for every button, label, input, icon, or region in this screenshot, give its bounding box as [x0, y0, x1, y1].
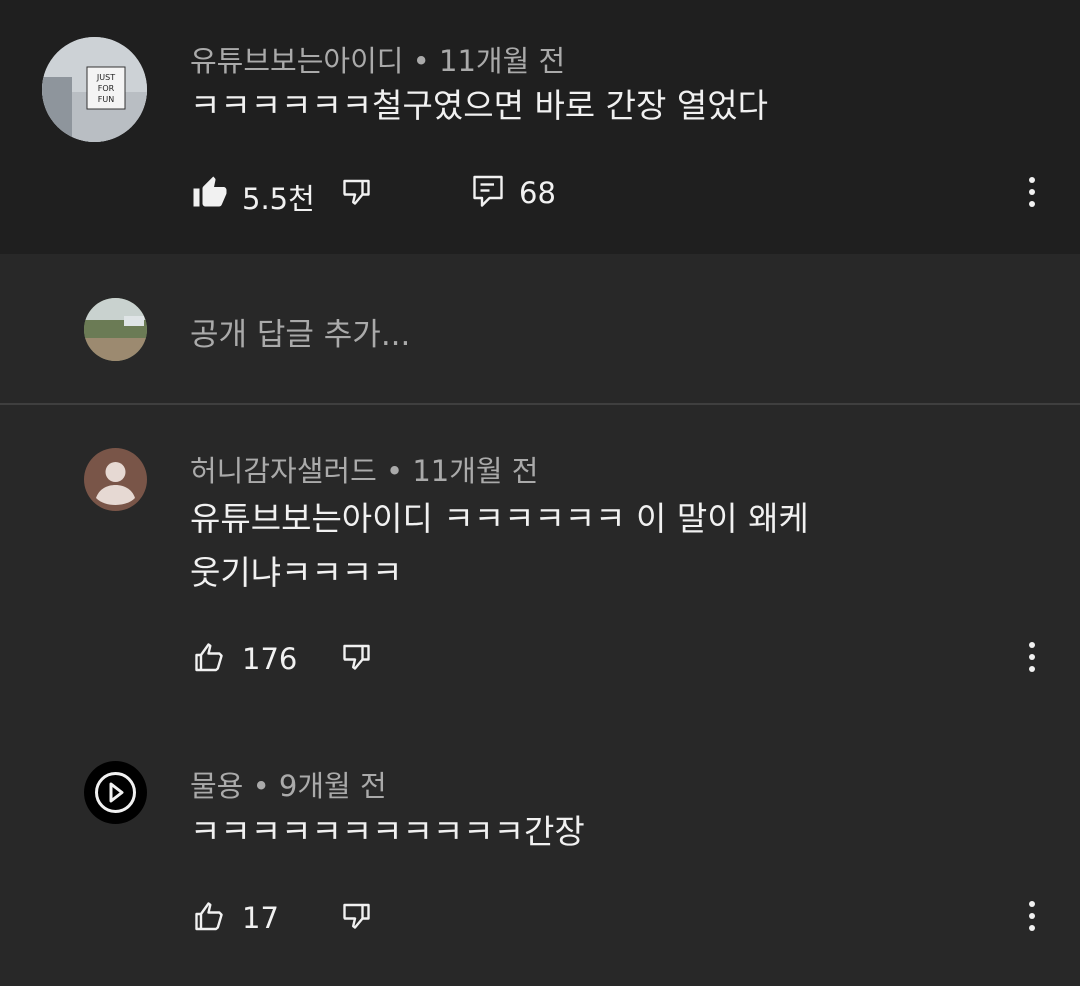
reply-avatar[interactable]	[84, 448, 147, 511]
avatar-sign-line-2: FOR	[98, 84, 115, 93]
thumbs-up-icon[interactable]	[192, 640, 228, 676]
divider	[0, 403, 1080, 405]
meta-separator: •	[252, 769, 270, 803]
like-count: 5.5천	[242, 182, 315, 216]
thumbs-down-icon[interactable]	[340, 899, 376, 935]
like-count: 17	[242, 901, 279, 935]
avatar-sign-line-3: FUN	[98, 95, 114, 104]
reply-text-line-2: 웃기냐ㅋㅋㅋㅋ	[190, 553, 403, 592]
comment-time: 11개월 전	[439, 44, 566, 78]
more-vert-icon[interactable]	[1016, 174, 1048, 210]
more-vert-icon[interactable]	[1016, 639, 1048, 675]
meta-separator: •	[412, 44, 430, 78]
reply-time: 9개월 전	[278, 769, 387, 803]
current-user-avatar	[84, 298, 147, 361]
thumbs-up-icon[interactable]	[192, 899, 228, 935]
comment-author[interactable]: 유튜브보는아이디	[190, 44, 403, 78]
comment-text: ㅋㅋㅋㅋㅋㅋ철구였으면 바로 간장 열었다	[190, 86, 768, 125]
reply-meta: 허니감자샐러드 • 11개월 전	[190, 448, 538, 490]
reply-author[interactable]: 허니감자샐러드	[190, 454, 377, 488]
reply-icon[interactable]	[470, 172, 506, 212]
reply-author[interactable]: 물용	[190, 769, 243, 803]
avatar-photo: JUST FOR FUN	[42, 37, 147, 142]
meta-separator: •	[385, 454, 404, 488]
play-circle-icon	[95, 772, 136, 813]
more-vert-icon[interactable]	[1016, 898, 1048, 934]
thumbs-down-icon[interactable]	[340, 640, 376, 676]
thumbs-down-icon[interactable]	[340, 175, 376, 211]
reply-input[interactable]: 공개 답글 추가...	[190, 309, 410, 354]
reply-avatar[interactable]	[84, 761, 147, 824]
reply-time: 11개월 전	[412, 454, 539, 488]
like-count: 176	[242, 642, 298, 676]
main-comment-meta: 유튜브보는아이디 • 11개월 전	[190, 38, 565, 80]
thumbs-up-filled-icon[interactable]	[192, 175, 228, 211]
avatar-sign-line-1: JUST	[96, 73, 115, 82]
reply-meta: 물용 • 9개월 전	[190, 763, 387, 805]
reply-count[interactable]: 68	[519, 176, 556, 210]
reply-text-line-1: ㅋㅋㅋㅋㅋㅋㅋㅋㅋㅋㅋ간장	[190, 812, 585, 851]
main-comment-avatar[interactable]: JUST FOR FUN	[42, 37, 147, 142]
default-avatar-icon	[96, 462, 135, 505]
avatar-photo	[84, 298, 147, 361]
reply-text-line-1: 유튜브보는아이디 ㅋㅋㅋㅋㅋㅋ 이 말이 왜케	[190, 499, 809, 538]
